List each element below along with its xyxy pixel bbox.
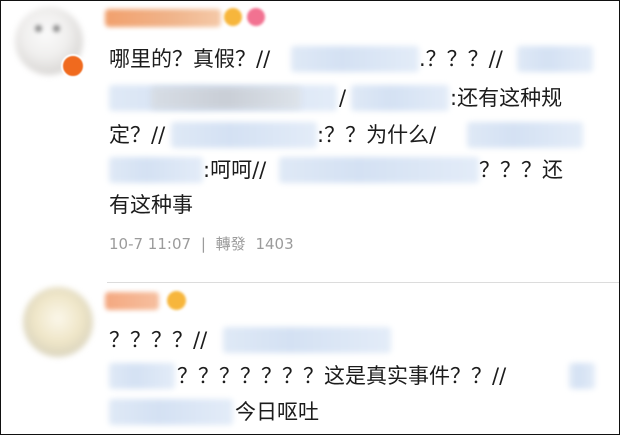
repost-label[interactable]: 轉發 bbox=[216, 235, 246, 253]
comment-text: ？？？还 bbox=[479, 158, 563, 182]
meta-separator: | bbox=[200, 235, 206, 253]
redacted-mention[interactable] bbox=[351, 85, 449, 111]
redacted-mention[interactable] bbox=[171, 122, 317, 148]
comment-date: 10-7 11:07 bbox=[109, 235, 192, 253]
redacted-mention[interactable] bbox=[517, 46, 593, 72]
member-badge-icon bbox=[167, 291, 186, 310]
member-badge-icon bbox=[224, 8, 242, 26]
redacted-mention[interactable] bbox=[109, 363, 175, 389]
username-redacted[interactable] bbox=[105, 9, 221, 27]
redacted-mention[interactable] bbox=[223, 327, 391, 353]
level-badge-icon bbox=[247, 8, 265, 26]
comment-item: ？？？？// ？？？？？？？这是真实事件？？// 今日呕吐 bbox=[1, 283, 619, 434]
verified-badge-icon bbox=[61, 54, 85, 78]
redacted-text bbox=[151, 87, 301, 109]
username-redacted[interactable] bbox=[105, 292, 159, 310]
comment-text: :还有这种规 bbox=[450, 86, 563, 110]
comment-meta: 10-7 11:07 | 轉發 1403 bbox=[109, 233, 299, 254]
redacted-mention[interactable] bbox=[109, 399, 233, 425]
redacted-mention[interactable] bbox=[279, 157, 479, 183]
comment-text: :呵呵// bbox=[203, 158, 267, 182]
comment-text: 定？// bbox=[109, 123, 166, 147]
comment-text: ？？？？// bbox=[109, 328, 208, 352]
comment-text: :？？为什么/ bbox=[317, 123, 437, 147]
redacted-mention[interactable] bbox=[109, 157, 203, 183]
comment-list: 哪里的？真假？// .？？？// / :还有这种规 定？// :？？为什么/ :… bbox=[0, 0, 620, 435]
repost-count: 1403 bbox=[255, 235, 294, 253]
avatar-detail bbox=[35, 25, 42, 32]
redacted-mention[interactable] bbox=[291, 46, 419, 72]
avatar[interactable] bbox=[23, 287, 93, 357]
comment-text: ？？？？？？？这是真实事件？？// bbox=[177, 364, 507, 388]
comment-text: 哪里的？真假？// bbox=[109, 47, 271, 71]
comment-text: .？？？// bbox=[419, 47, 503, 71]
comment-item: 哪里的？真假？// .？？？// / :还有这种规 定？// :？？为什么/ :… bbox=[1, 1, 619, 283]
comment-text: / bbox=[339, 86, 347, 110]
redacted-mention[interactable] bbox=[467, 122, 583, 148]
comment-text: 今日呕吐 bbox=[235, 400, 319, 424]
avatar-detail bbox=[53, 25, 60, 32]
comment-text: 有这种事 bbox=[109, 193, 193, 217]
redacted-mention[interactable] bbox=[569, 363, 595, 389]
